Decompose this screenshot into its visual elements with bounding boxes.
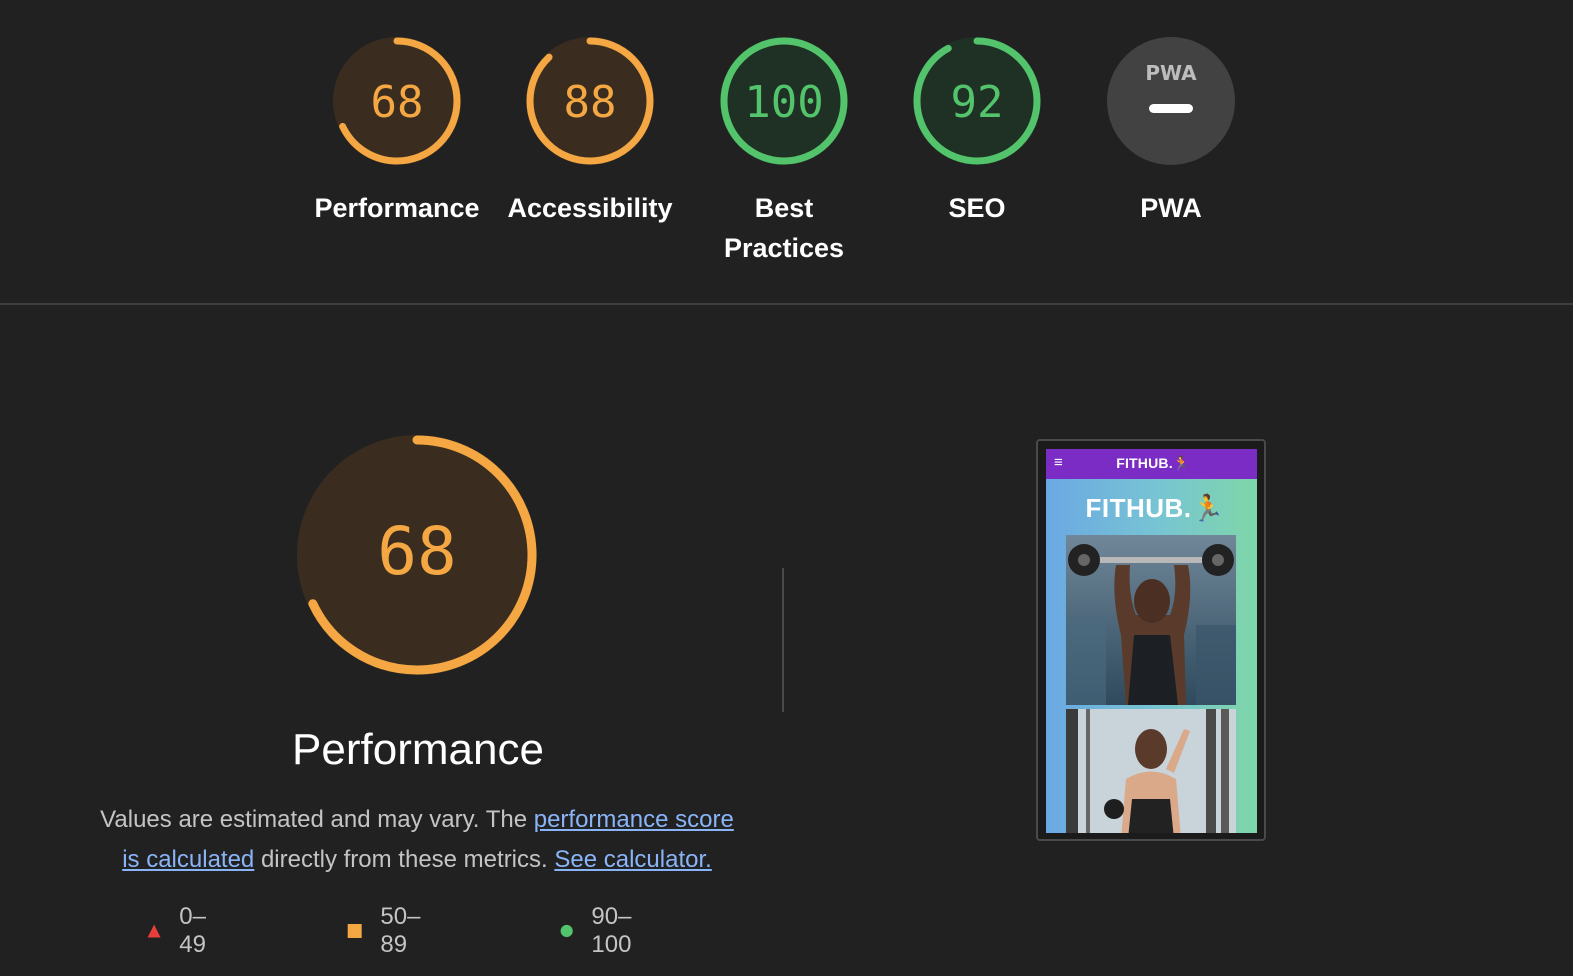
see-calculator-link[interactable]: See calculator. <box>554 846 711 873</box>
running-person-icon: 🏃 <box>1191 493 1225 523</box>
legend-pass: 90–100 <box>560 903 640 958</box>
gauge-ring: 100 <box>720 37 848 165</box>
gauge-score: 68 <box>371 77 424 128</box>
legend-range: 90–100 <box>591 903 632 958</box>
vertical-divider <box>782 568 784 712</box>
gauge-score: 88 <box>564 77 617 128</box>
gauge-label: Performance <box>314 193 480 223</box>
gauge-label: Accessibility <box>507 193 673 223</box>
gauge-score: 92 <box>951 77 1004 128</box>
performance-title: Performance <box>292 725 544 774</box>
gauge-seo[interactable]: 92 SEO <box>887 36 1067 228</box>
gauge-label: Best Practices <box>723 193 845 263</box>
screenshot-navbar: ≡ FITHUB.🏃 <box>1046 449 1257 479</box>
legend-average: 50–89 <box>347 903 427 958</box>
square-icon <box>347 924 362 938</box>
page-screenshot-thumbnail[interactable]: ≡ FITHUB.🏃 FITHUB.🏃 <box>1036 439 1266 841</box>
legend-range: 50–89 <box>380 903 421 958</box>
pwa-logo-icon: PWA <box>1145 61 1197 85</box>
performance-score: 68 <box>377 513 456 590</box>
gauge-pwa[interactable]: PWA PWA <box>1081 36 1261 228</box>
running-person-icon: 🏃 <box>1172 455 1191 471</box>
triangle-icon <box>147 924 161 938</box>
gauge-accessibility[interactable]: 88 Accessibility <box>500 36 680 228</box>
weightlifter-image <box>1066 535 1236 705</box>
category-gauges: 68 Performance 88 Accessibility 100 Best… <box>0 0 1573 305</box>
circle-icon <box>560 924 573 938</box>
gauge-ring: 68 <box>333 37 461 165</box>
legend-fail: 0–49 <box>147 903 214 958</box>
performance-gauge-large: 68 <box>297 435 537 675</box>
gauge-ring: 92 <box>913 37 1041 165</box>
gauge-ring: 88 <box>526 37 654 165</box>
desc-prefix: Values are estimated and may vary. The <box>100 806 534 833</box>
screenshot-nav-brand: FITHUB.🏃 <box>1116 455 1191 471</box>
gauge-label: SEO <box>948 193 1006 223</box>
desc-middle: directly from these metrics. <box>254 846 555 873</box>
pwa-badge: PWA <box>1107 37 1235 165</box>
gauge-label: PWA <box>1140 193 1202 223</box>
gauge-best-practices[interactable]: 100 Best Practices <box>694 36 874 268</box>
screenshot-hero-title: FITHUB.🏃 <box>1085 493 1225 523</box>
screenshot-viewport: ≡ FITHUB.🏃 FITHUB.🏃 <box>1046 449 1257 833</box>
gauge-performance[interactable]: 68 Performance <box>307 36 487 228</box>
performance-description: Values are estimated and may vary. The p… <box>96 800 738 880</box>
section-divider <box>0 303 1573 305</box>
gauge-score: 100 <box>744 77 823 128</box>
dash-icon <box>1149 104 1193 113</box>
legend-range: 0–49 <box>179 903 206 958</box>
woman-training-image <box>1066 709 1236 833</box>
